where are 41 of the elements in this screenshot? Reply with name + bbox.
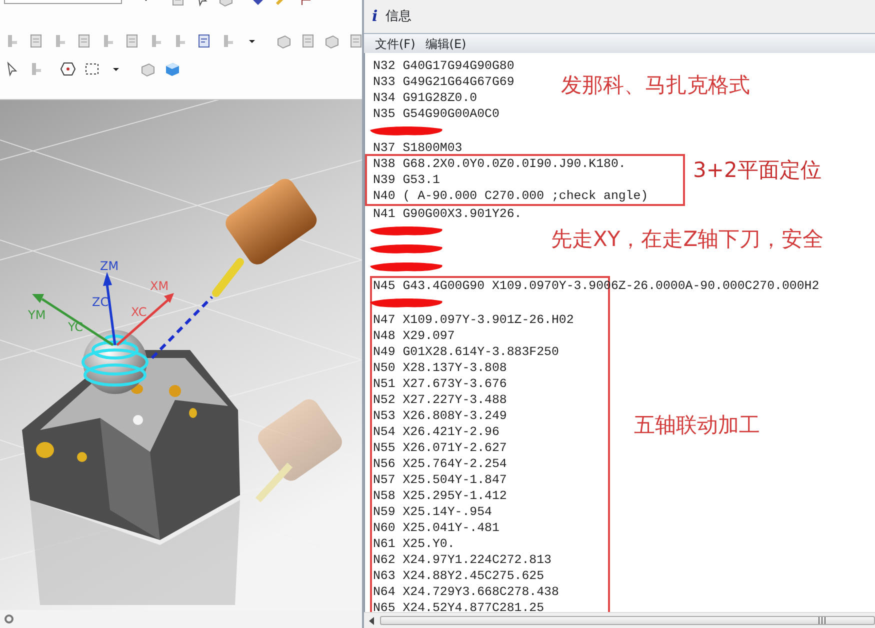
axis-label: YM	[28, 308, 46, 322]
code-line: N63 X24.88Y2.45C275.625	[373, 568, 544, 584]
code-line: N35 G54G90G00A0C0	[373, 106, 500, 122]
menu-item[interactable]: 编辑(E)	[420, 34, 472, 54]
annotation-text: 先走XY，在走Z轴下刀，安全	[551, 226, 824, 252]
code-line: N60 X25.041Y-.481	[373, 520, 500, 536]
code-line: N58 X25.295Y-1.412	[373, 488, 507, 504]
code-line: N56 X25.764Y-2.254	[373, 456, 507, 472]
code-line: N49 G01X28.614Y-3.883F250	[373, 344, 559, 360]
code-line: N53 X26.808Y-3.249	[373, 408, 507, 424]
code-line: N47 X109.097Y-3.901Z-26.H02	[373, 312, 574, 328]
code-line: N41 G90G00X3.901Y26.	[373, 206, 522, 222]
code-line: N50 X28.137Y-3.808	[373, 360, 507, 376]
annotation-text: 五轴联动加工	[634, 412, 760, 438]
code-line: N51 X27.673Y-3.676	[373, 376, 507, 392]
code-line: N32 G40G17G94G90G80	[373, 58, 514, 74]
code-line: N64 X24.729Y3.668C278.438	[373, 584, 559, 600]
menu-item[interactable]: 文件(F)	[370, 34, 420, 54]
code-line: N65 X24.52Y4.877C281.25	[373, 600, 544, 612]
code-line: N40 ( A-90.000 C270.000 ;check angle)	[373, 188, 648, 204]
code-line: N48 X29.097	[373, 328, 455, 344]
code-line: N61 X25.Y0.	[373, 536, 455, 552]
code-line: N37 S1800M03	[373, 140, 462, 156]
code-line: N39 G53.1	[373, 172, 440, 188]
info-icon: i	[372, 5, 378, 28]
code-line: N52 X27.227Y-3.488	[373, 392, 507, 408]
code-line: N55 X26.071Y-2.627	[373, 440, 507, 456]
window-title: 信息	[386, 8, 412, 26]
code-line: N38 G68.2X0.0Y0.0Z0.0I90.J90.K180.	[373, 156, 626, 172]
code-line: N59 X25.14Y-.954	[373, 504, 492, 520]
axis-label: XC	[131, 305, 147, 319]
code-line: N34 G91G28Z0.0	[373, 90, 478, 106]
axis-label: XM	[150, 279, 169, 293]
code-line: N57 X25.504Y-1.847	[373, 472, 507, 488]
code-line: N62 X24.97Y1.224C272.813	[373, 552, 552, 568]
code-line: N54 X26.421Y-2.96	[373, 424, 500, 440]
annotation-text: 3+2平面定位	[693, 157, 822, 183]
code-line: N33 G49G21G64G67G69	[373, 74, 514, 90]
axis-label: ZC	[92, 295, 109, 309]
annotation-text: 发那科、马扎克格式	[561, 72, 750, 98]
axis-label: ZM	[100, 259, 119, 273]
